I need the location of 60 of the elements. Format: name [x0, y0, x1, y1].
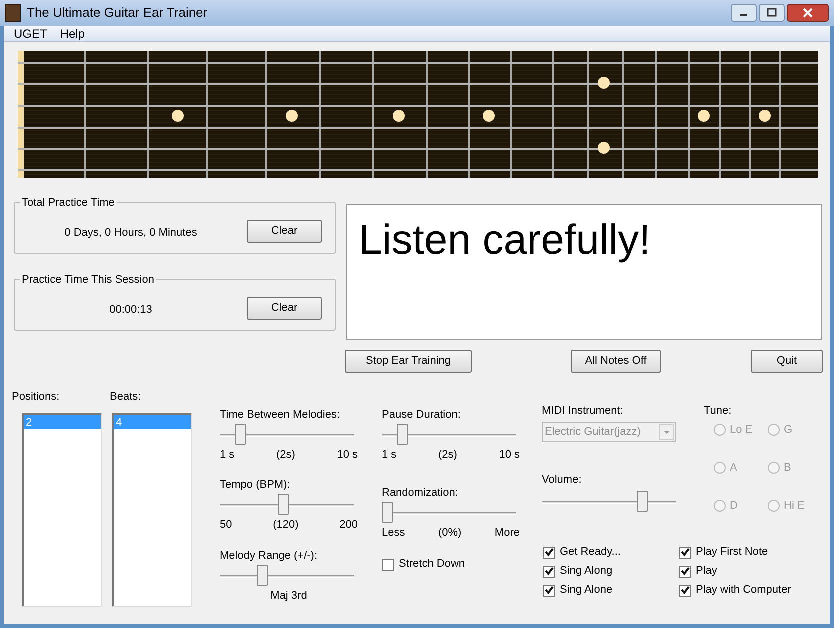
slider-thumb[interactable] [396, 424, 408, 445]
checkbox[interactable] [543, 566, 555, 578]
checkbox[interactable] [679, 584, 691, 596]
checkbox-label[interactable]: Play First Note [696, 544, 768, 561]
checkbox[interactable] [543, 546, 555, 558]
clear-button[interactable]: Clear [247, 296, 322, 320]
checkbox[interactable] [382, 558, 394, 570]
list-label: Beats: [110, 390, 142, 403]
tune-label: Tune: [704, 404, 733, 417]
minimize-button[interactable] [731, 4, 757, 22]
all-notes-off-button[interactable]: All Notes Off [571, 350, 661, 373]
menu-item[interactable]: Help [54, 24, 92, 42]
time-value: 0 Days, 0 Hours, 0 Minutes [64, 226, 198, 241]
quit-button[interactable]: Quit [751, 350, 823, 373]
slider-label: Melody Range (+/-): [220, 548, 319, 562]
window-title: The Ultimate Guitar Ear Trainer [27, 4, 208, 22]
slider-thumb[interactable] [256, 564, 268, 586]
slider-label: Pause Duration: [382, 408, 462, 421]
slider-min-label: 1 s [382, 448, 397, 463]
slider-min-label: 1 s [220, 448, 235, 463]
list-label: Positions: [12, 390, 61, 403]
slider-value: (2s) [438, 448, 458, 463]
slider-value: Maj 3rd [270, 588, 308, 604]
checkbox[interactable] [679, 546, 691, 558]
volume-label: Volume: [542, 473, 583, 486]
checkbox-label[interactable]: Sing Along [560, 563, 613, 580]
slider-value: (120) [273, 518, 299, 534]
maximize-button[interactable] [759, 4, 785, 22]
slider-max-label: 200 [340, 518, 358, 534]
slider-thumb[interactable] [278, 494, 289, 516]
stop-training-button[interactable]: Stop Ear Training [345, 350, 472, 373]
checkbox[interactable] [679, 566, 691, 578]
slider-max-label: 10 s [499, 448, 520, 463]
dropdown-label: MIDI Instrument: [542, 404, 624, 417]
app-icon [5, 4, 21, 22]
slider-value: (2s) [276, 448, 296, 463]
time-value: 00:00:13 [108, 302, 154, 318]
slider-thumb[interactable] [636, 491, 648, 512]
checkbox-label[interactable]: Play with Computer [696, 582, 792, 599]
slider-thumb[interactable] [234, 424, 246, 445]
slider-thumb[interactable] [382, 502, 393, 523]
slider-max-label: 10 s [337, 448, 358, 463]
checkbox-label[interactable]: Stretch Down [399, 556, 466, 573]
slider-label: Tempo (BPM): [220, 478, 292, 492]
maximize-icon [766, 8, 778, 18]
menu-item[interactable]: UGET [8, 24, 54, 42]
slider-min-label: Less [382, 526, 406, 541]
clear-button[interactable]: Clear [247, 220, 322, 242]
slider-value: (0%) [438, 526, 462, 541]
close-button[interactable] [787, 4, 829, 22]
slider-min-label: 50 [220, 518, 232, 534]
close-icon [802, 8, 814, 18]
checkbox[interactable] [543, 584, 555, 596]
slider-max-label: More [494, 526, 520, 541]
checkbox-label[interactable]: Get Ready... [560, 544, 621, 561]
checkbox-label[interactable]: Play [696, 563, 718, 580]
slider-label: Randomization: [382, 486, 460, 499]
checkbox-label[interactable]: Sing Alone [560, 582, 613, 599]
slider-label: Time Between Melodies: [220, 408, 342, 421]
message-text: Listen carefully! [359, 216, 651, 263]
